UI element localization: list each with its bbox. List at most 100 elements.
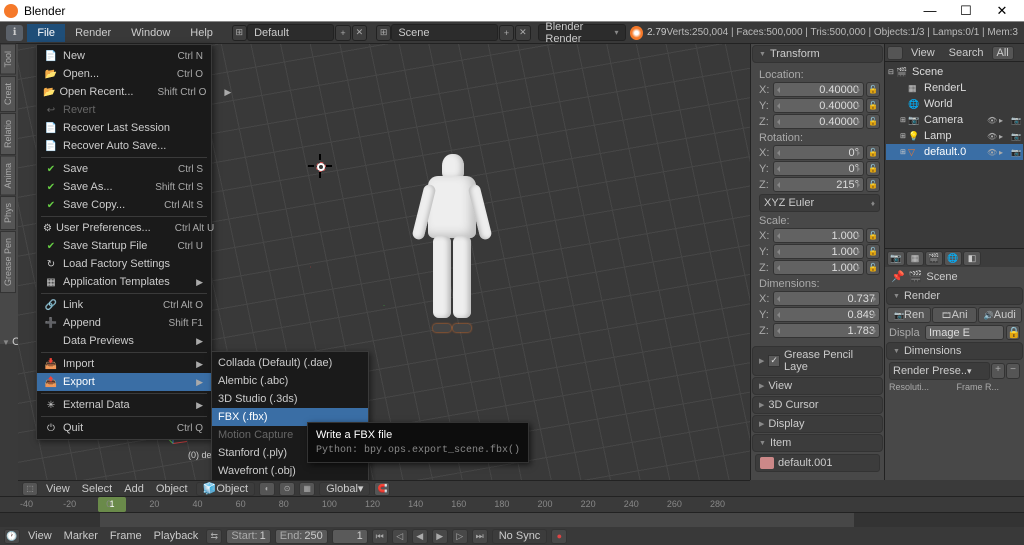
restrict-icon[interactable]: 📷 xyxy=(1011,132,1023,141)
lock-icon[interactable]: 🔓 xyxy=(866,114,880,129)
layout-del-icon[interactable]: ✕ xyxy=(352,25,367,41)
export-menu-item[interactable]: Alembic (.abc) xyxy=(212,372,368,390)
toolshelf-tab[interactable]: Relatio xyxy=(0,113,16,155)
3d-cursor-panel-header[interactable]: 3D Cursor xyxy=(752,396,883,414)
tab-object-icon[interactable]: ◧ xyxy=(963,251,981,266)
file-menu-item[interactable]: 📥Import▶ xyxy=(37,355,211,373)
view3d-editor-icon[interactable]: ⬚ xyxy=(22,482,38,496)
value-field[interactable]: 0.40000 xyxy=(773,82,864,97)
file-menu-item[interactable]: 📂Open Recent...Shift Ctrl O▶ xyxy=(37,83,211,101)
export-menu-item[interactable]: 3D Studio (.3ds) xyxy=(212,390,368,408)
tl-menu-view[interactable]: View xyxy=(24,530,56,542)
file-menu-item[interactable]: 📄Recover Auto Save... xyxy=(37,137,211,155)
current-frame-indicator[interactable]: 1 xyxy=(98,497,126,512)
toolshelf-tab[interactable]: Anima xyxy=(0,156,16,196)
outliner-node[interactable]: ⊞📷Camera👁▸📷 xyxy=(886,112,1023,128)
keyframe-next-icon[interactable]: ▷ xyxy=(452,529,468,544)
maximize-button[interactable]: ☐ xyxy=(948,1,984,21)
editor-type-icon[interactable]: ℹ xyxy=(6,25,23,41)
shading-icon[interactable]: ◐ xyxy=(259,482,275,496)
toolshelf-tab[interactable]: Tool xyxy=(0,44,16,75)
outliner-search[interactable]: Search xyxy=(943,46,990,60)
value-field[interactable]: 215° xyxy=(773,177,864,192)
render-engine-select[interactable]: Blender Render▾ xyxy=(538,24,625,41)
tl-menu-playback[interactable]: Playback xyxy=(150,530,203,542)
scene-del-icon[interactable]: ✕ xyxy=(515,25,530,41)
timeline-ruler[interactable]: 1 -40-2002040608010012014016018020022024… xyxy=(0,497,1024,513)
view-panel-header[interactable]: View xyxy=(752,377,883,395)
vp-menu-view[interactable]: View xyxy=(42,483,74,495)
menu-file[interactable]: File xyxy=(27,24,65,42)
orientation-select[interactable]: Global ▾ xyxy=(319,482,370,496)
value-field[interactable]: 1.000 xyxy=(773,260,864,275)
display-panel-header[interactable]: Display xyxy=(752,415,883,433)
file-menu-item[interactable]: 📂Open...Ctrl O xyxy=(37,65,211,83)
autokey-icon[interactable]: ● xyxy=(551,529,567,544)
vp-menu-object[interactable]: Object xyxy=(152,483,192,495)
play-reverse-icon[interactable]: ◀ xyxy=(412,529,428,544)
restrict-icon[interactable]: 📷 xyxy=(1011,116,1023,125)
play-icon[interactable]: ▶ xyxy=(432,529,448,544)
outliner-node[interactable]: ⊟🎬Scene xyxy=(886,64,1023,80)
lock-icon[interactable]: 🔓 xyxy=(866,98,880,113)
render-preset-select[interactable]: Render Prese..▾ xyxy=(889,362,990,380)
value-field[interactable]: 1.000 xyxy=(773,244,864,259)
item-name-field[interactable]: default.001 xyxy=(755,454,880,472)
outliner-filter[interactable]: All xyxy=(992,46,1014,60)
file-menu-item[interactable]: 📤Export▶ xyxy=(37,373,211,391)
file-menu-item[interactable]: 📄Recover Last Session xyxy=(37,119,211,137)
outliner-node[interactable]: ⊞💡Lamp👁▸📷 xyxy=(886,128,1023,144)
current-frame-field[interactable]: 1 xyxy=(332,529,368,544)
item-panel-header[interactable]: Item xyxy=(752,434,883,452)
close-button[interactable]: ✕ xyxy=(984,1,1020,21)
file-menu-item[interactable]: Data Previews▶ xyxy=(37,332,211,350)
render-panel-header[interactable]: Render xyxy=(886,287,1023,305)
scene-field[interactable]: Scene xyxy=(391,24,497,41)
lock-icon[interactable]: 🔓 xyxy=(866,161,880,176)
vp-menu-select[interactable]: Select xyxy=(78,483,117,495)
layout-add-icon[interactable]: + xyxy=(335,25,350,41)
sync-mode-select[interactable]: No Sync xyxy=(492,529,548,544)
pivot-icon[interactable]: ⊙ xyxy=(279,482,295,496)
restrict-icon[interactable]: 👁 xyxy=(987,132,999,141)
lock-icon[interactable]: 🔓 xyxy=(866,260,880,275)
file-menu-item[interactable]: ▦Application Templates▶ xyxy=(37,273,211,291)
layers-icon[interactable]: ▦ xyxy=(299,482,315,496)
value-field[interactable]: 0° xyxy=(773,161,864,176)
lock-icon[interactable]: 🔓 xyxy=(866,228,880,243)
scene-browse-icon[interactable]: ⊞ xyxy=(376,25,391,41)
file-menu-item[interactable]: ✔Save As...Shift Ctrl S xyxy=(37,178,211,196)
file-menu-item[interactable]: ⏻QuitCtrl Q xyxy=(37,419,211,437)
value-field[interactable]: 0° xyxy=(773,145,864,160)
outliner-node[interactable]: 🌐World xyxy=(886,96,1023,112)
mode-select[interactable]: 🧊 Object xyxy=(196,482,256,496)
layout-browse-icon[interactable]: ⊞ xyxy=(232,25,247,41)
preset-add-icon[interactable]: + xyxy=(991,363,1005,379)
file-menu-item[interactable]: ✳External Data▶ xyxy=(37,396,211,414)
file-menu-item[interactable]: 📄NewCtrl N xyxy=(37,47,211,65)
file-menu-item[interactable]: ✔Save Startup FileCtrl U xyxy=(37,237,211,255)
outliner-view[interactable]: View xyxy=(905,46,941,60)
start-frame-field[interactable]: Start:1 xyxy=(226,529,270,544)
file-menu-item[interactable]: 🔗LinkCtrl Alt O xyxy=(37,296,211,314)
range-icon[interactable]: ⇆ xyxy=(206,529,222,544)
export-menu-item[interactable]: Collada (Default) (.dae) xyxy=(212,354,368,372)
dimensions-panel-header[interactable]: Dimensions xyxy=(886,342,1023,360)
screen-layout-field[interactable]: Default xyxy=(247,24,334,41)
vp-menu-add[interactable]: Add xyxy=(120,483,148,495)
lock-icon[interactable]: 🔒 xyxy=(1006,325,1020,340)
rotation-mode-select[interactable]: XYZ Euler♦ xyxy=(759,194,880,212)
render-button[interactable]: 📷Ren xyxy=(887,307,931,323)
transform-panel-header[interactable]: Transform xyxy=(752,45,883,63)
display-mode-select[interactable]: Image E xyxy=(925,325,1004,340)
file-menu-item[interactable]: ✔Save Copy...Ctrl Alt S xyxy=(37,196,211,214)
value-field[interactable]: 1.783 xyxy=(773,323,880,338)
restrict-icon[interactable]: 📷 xyxy=(1011,148,1023,157)
file-menu-item[interactable]: ↻Load Factory Settings xyxy=(37,255,211,273)
lock-icon[interactable]: 🔓 xyxy=(866,177,880,192)
tl-menu-marker[interactable]: Marker xyxy=(60,530,102,542)
value-field[interactable]: 0.40000 xyxy=(773,114,864,129)
menu-render[interactable]: Render xyxy=(65,24,121,42)
end-frame-field[interactable]: End:250 xyxy=(275,529,328,544)
value-field[interactable]: 0.40000 xyxy=(773,98,864,113)
